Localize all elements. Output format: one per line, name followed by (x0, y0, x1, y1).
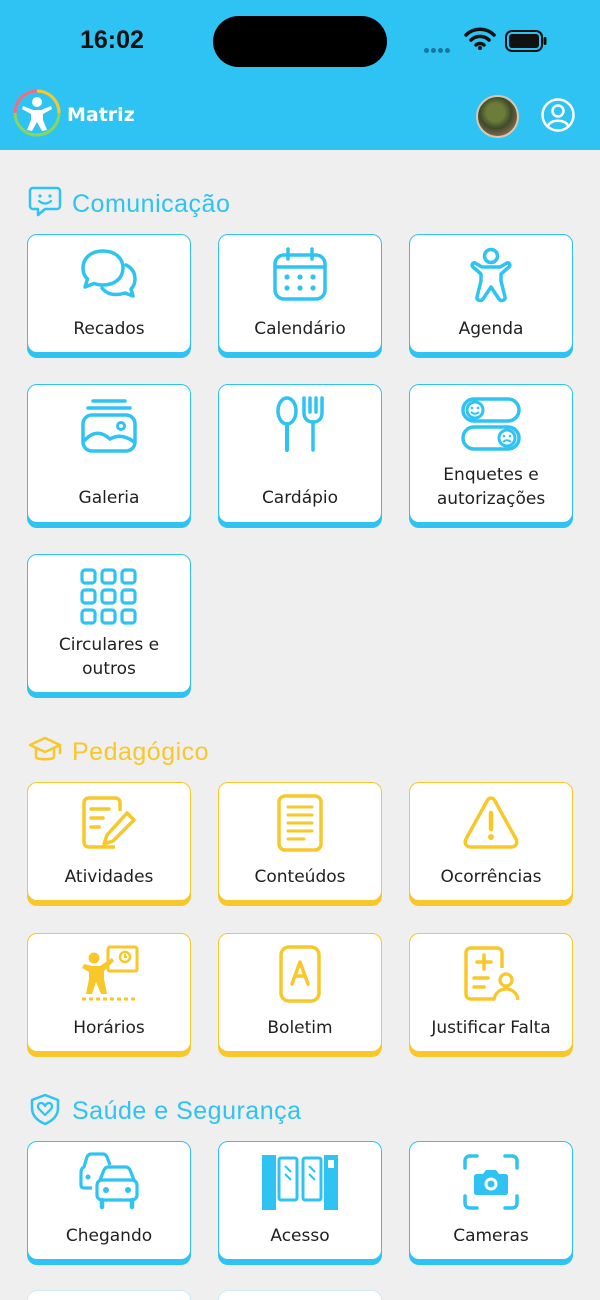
menu-label: Horários (73, 1018, 145, 1038)
section-title-saude-seguranca: Saúde e Segurança (72, 1097, 302, 1125)
dynamic-island (213, 16, 387, 67)
menu-card-boletim[interactable]: Boletim (218, 933, 382, 1052)
grade-a-icon (279, 945, 321, 1003)
calendar-icon (273, 247, 327, 301)
document-lines-icon (277, 794, 323, 852)
student-avatar[interactable] (476, 95, 519, 138)
menu-card-partial[interactable] (218, 1290, 382, 1300)
menu-label: Cameras (453, 1226, 529, 1246)
menu-card-cardapio[interactable]: Cardápio (218, 384, 382, 523)
menu-label: Ocorrências (440, 867, 542, 887)
warning-icon (463, 796, 519, 849)
menu-card-galeria[interactable]: Galeria (27, 384, 191, 523)
status-time: 16:02 (80, 26, 144, 54)
menu-label: Enquetes e autorizações (436, 465, 546, 509)
menu-label: Acesso (270, 1226, 330, 1246)
menu-label: Atividades (64, 867, 154, 887)
menu-label: Cardápio (261, 488, 339, 508)
battery-icon (505, 30, 547, 52)
menu-card-ocorrencias[interactable]: Ocorrências (409, 782, 573, 901)
menu-card-cameras[interactable]: Cameras (409, 1141, 573, 1260)
spoon-fork-icon (276, 396, 324, 452)
teacher-board-icon (82, 945, 139, 1001)
graduation-cap-icon (28, 736, 62, 761)
menu-label: Justificar Falta (431, 1018, 551, 1038)
menu-card-chegando[interactable]: Chegando (27, 1141, 191, 1260)
menu-card-horarios[interactable]: Horários (27, 933, 191, 1052)
menu-card-calendario[interactable]: Calendário (218, 234, 382, 353)
shield-heart-icon (30, 1093, 60, 1126)
menu-label: Calendário (254, 319, 346, 339)
menu-card-justificar-falta[interactable]: Justificar Falta (409, 933, 573, 1052)
menu-card-conteudos[interactable]: Conteúdos (218, 782, 382, 901)
menu-card-atividades[interactable]: Atividades (27, 782, 191, 901)
child-figure-icon (470, 247, 512, 303)
cars-icon (79, 1152, 139, 1210)
document-edit-icon (82, 796, 136, 849)
menu-label: Circulares e outros (58, 635, 160, 679)
menu-label: Agenda (458, 319, 524, 339)
menu-card-acesso[interactable]: Acesso (218, 1141, 382, 1260)
cellular-signal-icon (424, 38, 460, 53)
turnstile-icon (262, 1155, 338, 1210)
menu-card-partial[interactable] (27, 1290, 191, 1300)
menu-label: Galeria (78, 488, 140, 508)
menu-label: Chegando (65, 1226, 153, 1246)
school-name: Matriz (67, 104, 135, 126)
menu-label: Recados (73, 319, 145, 339)
menu-label: Boletim (267, 1018, 333, 1038)
section-title-comunicacao: Comunicação (72, 190, 231, 218)
chat-bubbles-icon (81, 249, 137, 298)
camera-icon (463, 1154, 519, 1210)
user-profile-icon[interactable] (540, 97, 576, 133)
chat-smile-icon (28, 186, 62, 217)
wifi-icon (464, 27, 496, 50)
menu-card-circulares[interactable]: Circulares e outros (27, 554, 191, 693)
menu-card-agenda[interactable]: Agenda (409, 234, 573, 353)
grid-dots-icon (80, 568, 137, 625)
poll-toggles-icon (461, 397, 521, 451)
school-logo-icon (13, 89, 61, 137)
gallery-icon (81, 399, 137, 453)
menu-card-recados[interactable]: Recados (27, 234, 191, 353)
section-title-pedagogico: Pedagógico (72, 738, 210, 766)
medical-form-icon (464, 946, 520, 1001)
menu-label: Conteúdos (254, 867, 346, 887)
menu-card-enquetes[interactable]: Enquetes e autorizações (409, 384, 573, 523)
